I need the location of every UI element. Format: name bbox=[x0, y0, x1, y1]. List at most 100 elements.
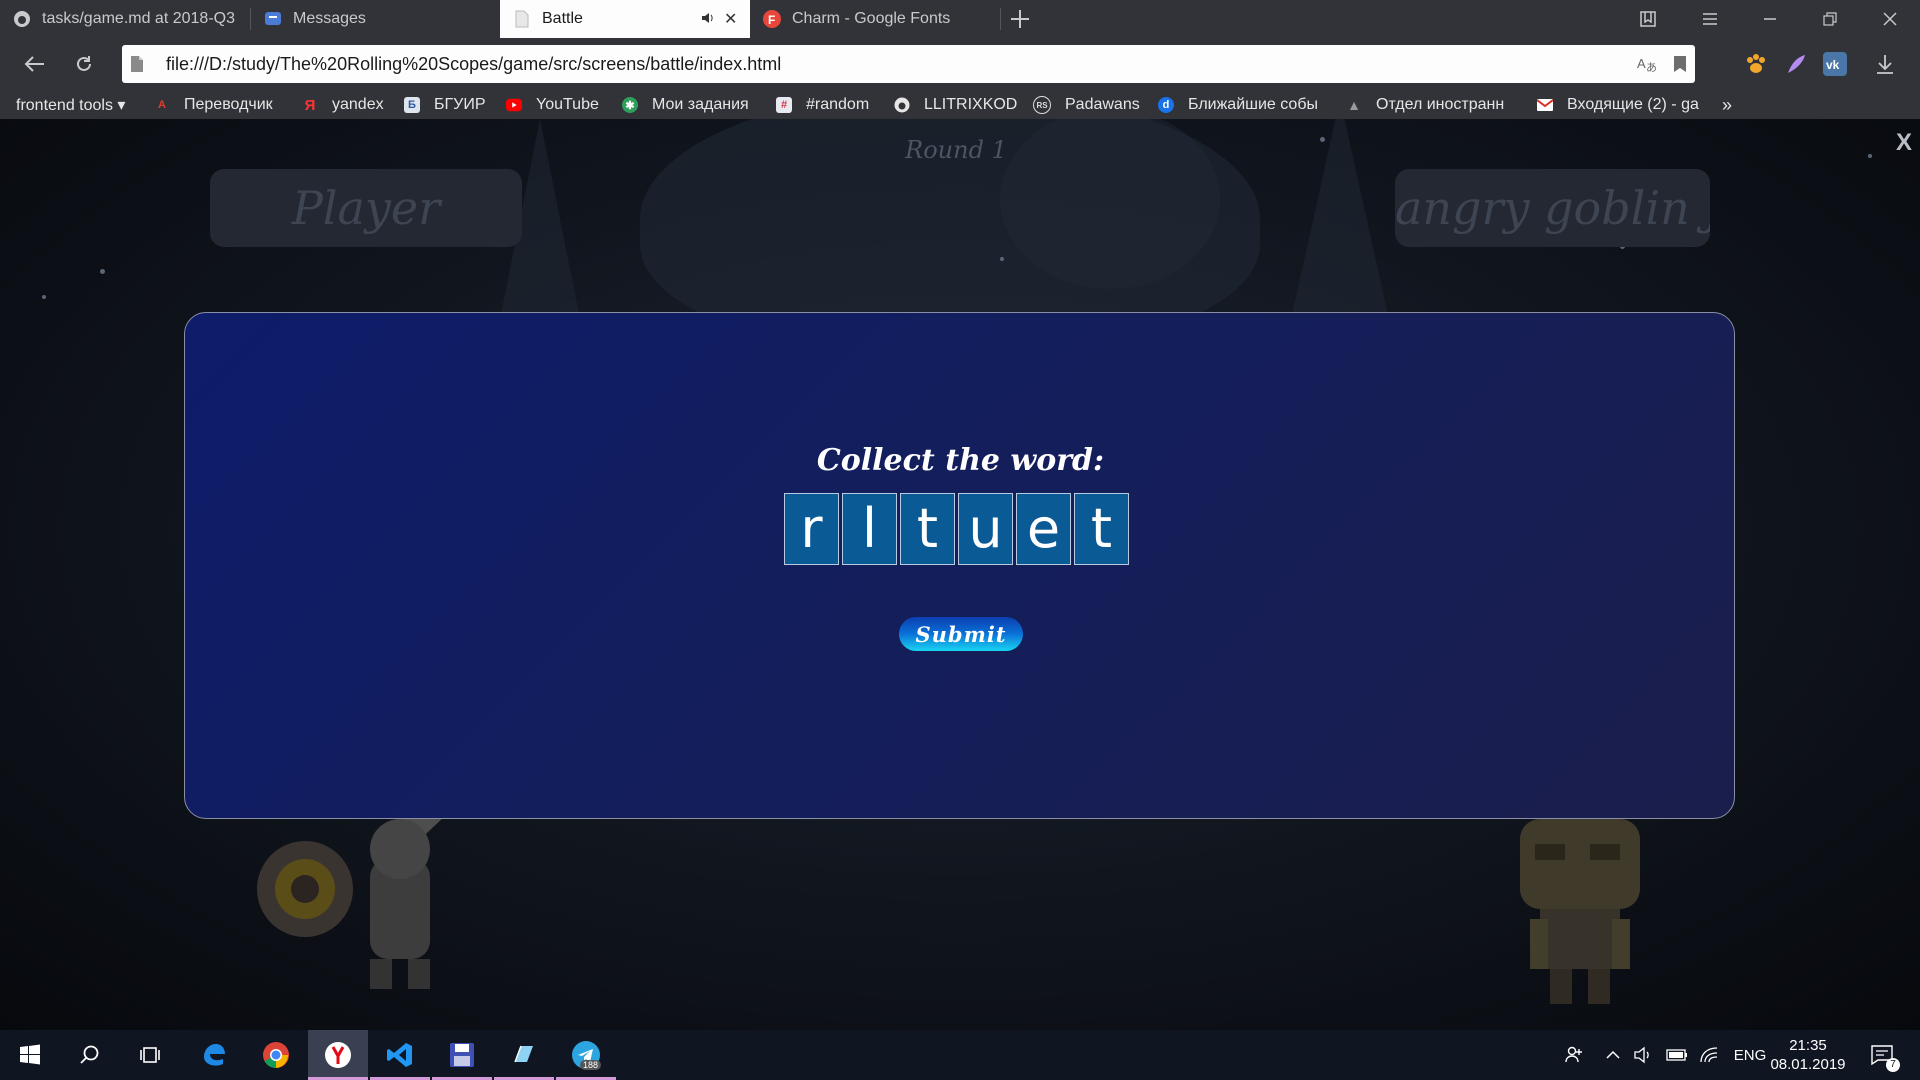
vk-extension-icon[interactable]: vk bbox=[1822, 51, 1848, 77]
close-tab-icon[interactable]: ✕ bbox=[724, 9, 737, 29]
bookmark-translator[interactable]: A Переводчик bbox=[154, 91, 284, 119]
tab-title: tasks/game.md at 2018-Q3 bbox=[42, 10, 235, 27]
submit-button[interactable]: Submit bbox=[899, 617, 1023, 651]
bookmarks-bar: frontend tools ▾ A Переводчик Я yandex Б… bbox=[0, 91, 1920, 120]
restore-icon[interactable] bbox=[1802, 0, 1858, 38]
bookmark-frontend-tools[interactable]: frontend tools ▾ bbox=[16, 91, 141, 119]
close-button[interactable]: X bbox=[1896, 129, 1912, 157]
url-text: file:///D:/study/The%20Rolling%20Scopes/… bbox=[166, 54, 782, 74]
windows-taskbar: 188 ENG 21:35 08.01.2019 7 bbox=[0, 1030, 1920, 1080]
task-view-icon[interactable] bbox=[120, 1030, 180, 1080]
bookmark-events[interactable]: d Ближайшие собы bbox=[1158, 91, 1326, 119]
bookmark-yandex[interactable]: Я yandex bbox=[302, 91, 392, 119]
bookmark-bsuir[interactable]: Б БГУИР bbox=[404, 91, 494, 119]
reload-icon[interactable] bbox=[66, 46, 102, 82]
wifi-icon[interactable] bbox=[1694, 1030, 1724, 1080]
notifications-icon[interactable]: 7 bbox=[1862, 1030, 1902, 1080]
github-icon bbox=[894, 97, 910, 113]
tabs-panel-icon[interactable] bbox=[1620, 0, 1676, 38]
tab-battle[interactable]: Battle ✕ bbox=[500, 0, 750, 38]
letter-tile[interactable]: e bbox=[1016, 493, 1071, 565]
address-bar: file:///D:/study/The%20Rolling%20Scopes/… bbox=[0, 38, 1920, 91]
file-icon bbox=[130, 55, 144, 73]
battery-icon[interactable] bbox=[1662, 1030, 1692, 1080]
chevron-up-icon[interactable] bbox=[1600, 1030, 1626, 1080]
task-modal: Collect the word: r l t u e t Submit bbox=[184, 312, 1735, 819]
bookmark-foreign-dept[interactable]: ▲ Отдел иностранн bbox=[1346, 91, 1514, 119]
people-icon[interactable] bbox=[1556, 1030, 1592, 1080]
task-prompt: Collect the word: bbox=[816, 443, 1105, 478]
d-icon: d bbox=[1158, 97, 1174, 113]
svg-text:F: F bbox=[768, 13, 775, 27]
tab-title: Charm - Google Fonts bbox=[792, 10, 951, 27]
new-tab-icon[interactable] bbox=[992, 0, 1048, 38]
player-name: Player bbox=[210, 169, 522, 247]
clock[interactable]: 21:35 08.01.2019 bbox=[1768, 1036, 1848, 1074]
clock-date: 08.01.2019 bbox=[1770, 1056, 1846, 1073]
bookmark-label: #random bbox=[806, 96, 870, 113]
tab-github[interactable]: tasks/game.md at 2018-Q3 bbox=[0, 0, 250, 38]
close-window-icon[interactable] bbox=[1862, 0, 1918, 38]
rs-icon: RS bbox=[1033, 96, 1051, 114]
notifications-badge: 7 bbox=[1886, 1058, 1900, 1072]
telegram-badge: 188 bbox=[580, 1060, 602, 1070]
bookmark-label: Отдел иностранн bbox=[1376, 96, 1505, 113]
letter-tile[interactable]: t bbox=[1074, 493, 1129, 565]
search-icon[interactable] bbox=[60, 1030, 120, 1080]
minimize-icon[interactable] bbox=[1742, 0, 1798, 38]
notes-app-icon[interactable] bbox=[494, 1030, 554, 1080]
speaker-icon[interactable] bbox=[700, 10, 716, 31]
round-label: Round 1 bbox=[905, 136, 1007, 164]
bookmark-label: frontend tools ▾ bbox=[16, 97, 126, 114]
bookmark-llitrixkod[interactable]: LLITRIXKOD bbox=[894, 91, 1019, 119]
chrome-icon[interactable] bbox=[246, 1030, 306, 1080]
tasks-icon: ✱ bbox=[622, 97, 638, 113]
bookmark-youtube[interactable]: YouTube bbox=[506, 91, 606, 119]
tab-title: Messages bbox=[293, 10, 366, 27]
background-star bbox=[100, 269, 105, 274]
vscode-icon[interactable] bbox=[370, 1030, 430, 1080]
tab-messages[interactable]: Messages bbox=[251, 0, 500, 38]
bookmark-label: YouTube bbox=[536, 96, 599, 113]
bookmark-label: Входящие (2) - ga bbox=[1567, 96, 1699, 113]
bookmark-my-tasks[interactable]: ✱ Мои задания bbox=[622, 91, 757, 119]
background-star bbox=[1000, 257, 1004, 261]
tab-google-fonts[interactable]: F Charm - Google Fonts bbox=[750, 0, 1000, 38]
volume-icon[interactable] bbox=[1628, 1030, 1658, 1080]
bookmark-label: БГУИР bbox=[434, 96, 486, 113]
enemy-name: angry goblin Jon bbox=[1395, 169, 1710, 247]
clock-time: 21:35 bbox=[1789, 1037, 1827, 1054]
back-icon[interactable] bbox=[16, 46, 52, 82]
slack-icon: # bbox=[776, 97, 792, 113]
bookmark-label: LLITRIXKOD bbox=[924, 96, 1018, 113]
download-icon[interactable] bbox=[1872, 51, 1898, 77]
paw-extension-icon[interactable] bbox=[1743, 51, 1769, 77]
enemy-goblin-sprite bbox=[1520, 819, 1640, 1004]
edge-icon[interactable] bbox=[184, 1030, 244, 1080]
bookmark-gmail[interactable]: Входящие (2) - ga bbox=[1537, 91, 1705, 119]
bookmark-icon[interactable] bbox=[1670, 54, 1690, 74]
letter-tile[interactable]: r bbox=[784, 493, 839, 565]
bookmark-padawans[interactable]: RS Padawans bbox=[1033, 91, 1143, 119]
save-app-icon[interactable] bbox=[432, 1030, 492, 1080]
telegram-icon[interactable]: 188 bbox=[556, 1030, 616, 1080]
letter-tiles: r l t u e t bbox=[784, 493, 1129, 567]
yandex-browser-icon[interactable] bbox=[308, 1030, 368, 1080]
letter-tile[interactable]: u bbox=[958, 493, 1013, 565]
bookmark-random[interactable]: # #random bbox=[776, 91, 876, 119]
start-icon[interactable] bbox=[0, 1030, 60, 1080]
language-indicator[interactable]: ENG bbox=[1730, 1030, 1770, 1080]
more-bookmarks-icon[interactable]: » bbox=[1722, 91, 1742, 119]
tab-bar: tasks/game.md at 2018-Q3 Messages Battle… bbox=[0, 0, 1920, 38]
letter-tile[interactable]: l bbox=[842, 493, 897, 565]
bookmark-label: Переводчик bbox=[184, 96, 273, 113]
gmail-icon bbox=[1537, 97, 1553, 113]
google-fonts-icon: F bbox=[762, 9, 782, 29]
background-star bbox=[42, 295, 46, 299]
feather-extension-icon[interactable] bbox=[1783, 51, 1809, 77]
url-field[interactable]: file:///D:/study/The%20Rolling%20Scopes/… bbox=[122, 45, 1695, 83]
letter-tile[interactable]: t bbox=[900, 493, 955, 565]
menu-icon[interactable] bbox=[1682, 0, 1738, 38]
page-icon bbox=[512, 9, 532, 29]
translate-icon[interactable]: Aあ bbox=[1637, 54, 1657, 74]
